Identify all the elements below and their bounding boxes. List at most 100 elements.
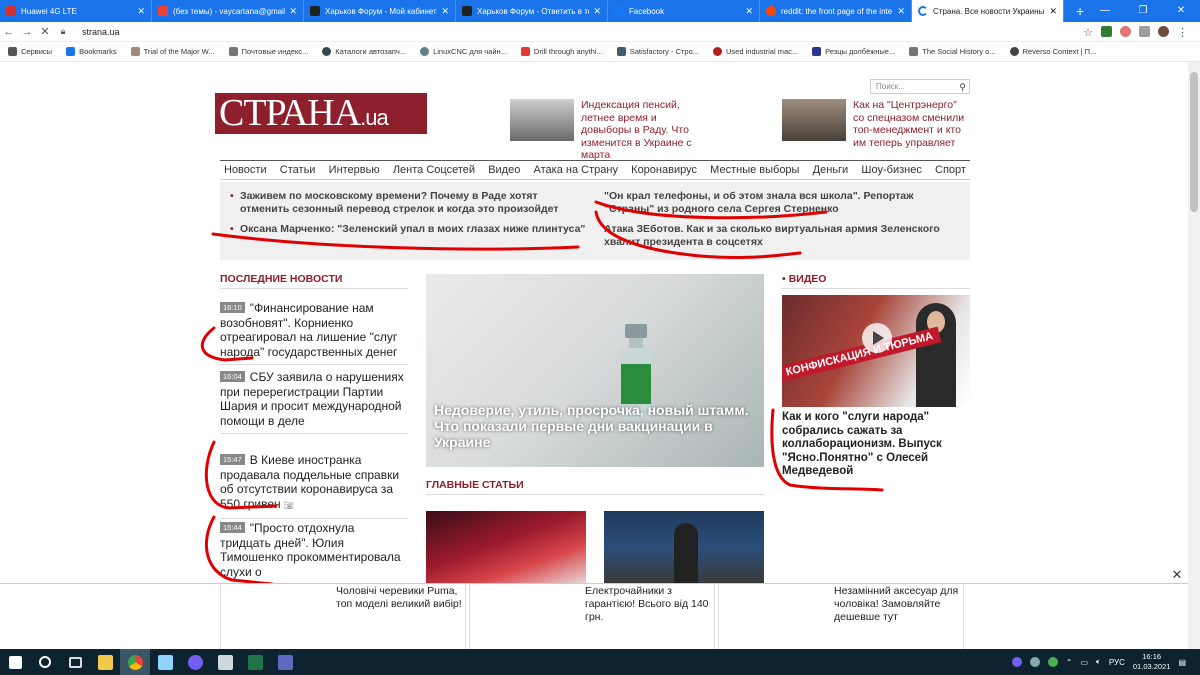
main-article-image[interactable]: Недоверие, утиль, просрочка, новый штамм… [426, 274, 764, 467]
close-tab-icon[interactable]: ✕ [593, 6, 601, 17]
bookmark-item[interactable]: Bookmarks [66, 47, 117, 56]
menu-item[interactable]: Деньги [813, 164, 849, 176]
bookmark-item[interactable]: LinuxCNC для чайн... [420, 47, 507, 56]
play-icon[interactable] [862, 323, 892, 353]
minimize-button[interactable]: — [1086, 0, 1124, 22]
notifications-icon[interactable]: ▤ [1178, 658, 1186, 667]
bookmark-star-icon[interactable]: ☆ [1083, 26, 1093, 39]
maximize-button[interactable]: ❐ [1124, 0, 1162, 22]
menu-item[interactable]: Коронавирус [631, 164, 697, 176]
tab-forum-cabinet[interactable]: Харьков Форум - Мой кабинет ✕ [304, 0, 456, 22]
site-logo[interactable]: СТРАНА.ua [215, 93, 427, 134]
menu-item[interactable]: Интервью [329, 164, 380, 176]
video-thumbnail[interactable]: КОНФИСКАЦИЯ И ТЮРЬМА [782, 295, 970, 407]
video-caption[interactable]: Как и кого "слуги народа" собрались сажа… [782, 411, 962, 479]
article-thumbnail[interactable] [604, 511, 764, 583]
viber-tray-icon[interactable] [1011, 657, 1022, 667]
close-tab-icon[interactable]: ✕ [289, 6, 297, 17]
bookmark-item[interactable]: Drill through anythi... [520, 47, 603, 56]
close-tab-icon[interactable]: ✕ [137, 6, 145, 17]
news-item[interactable]: 16:10 "Финансирование нам возобновят". Ко… [220, 301, 408, 365]
main-articles-title[interactable]: ГЛАВНЫЕ СТАТЬИ [426, 479, 764, 495]
task-view-button[interactable] [60, 649, 90, 675]
start-button[interactable] [0, 649, 30, 675]
menu-item[interactable]: Атака на Страну [534, 164, 618, 176]
bookmark-item[interactable]: Почтовые индекс... [228, 47, 308, 56]
language-indicator[interactable]: РУС [1109, 658, 1125, 667]
bookmark-item[interactable]: Reverso Context | П... [1009, 47, 1096, 56]
promo-item[interactable]: Как на "Центрэнерго" со спецназом сменил… [782, 99, 968, 149]
article-thumbnail[interactable] [426, 511, 586, 583]
volume-icon[interactable]: 🔈︎ [1096, 657, 1101, 667]
headline-link[interactable]: Оксана Марченко: "Зеленский упал в моих … [230, 223, 600, 236]
bookmark-item[interactable]: Satisfactory - Стро... [616, 47, 699, 56]
menu-icon[interactable]: ⋮ [1177, 26, 1188, 39]
menu-item[interactable]: Новости [224, 164, 267, 176]
close-tab-icon[interactable]: ✕ [745, 6, 753, 17]
puzzle-icon[interactable] [1139, 26, 1150, 37]
task-view-icon [68, 656, 82, 668]
menu-item[interactable]: Видео [488, 164, 520, 176]
latest-news-title[interactable]: ПОСЛЕДНИЕ НОВОСТИ [220, 273, 408, 289]
bookmark-item[interactable]: Резцы долбёжные... [812, 47, 895, 56]
tab-gmail[interactable]: (без темы) - vaycartana@gmail.c ✕ [152, 0, 304, 22]
news-item[interactable]: 16:04 СБУ заявила о нарушениях при перере… [220, 370, 408, 434]
bookmark-item[interactable]: The Social History o... [909, 47, 996, 56]
taskbar-viber[interactable] [180, 649, 210, 675]
bookmark-item[interactable]: Trial of the Major W... [130, 47, 215, 56]
scrollbar-thumb[interactable] [1190, 72, 1198, 212]
headline-link[interactable]: Атака ЗЕботов. Как и за сколько виртуаль… [604, 223, 954, 249]
menu-item[interactable]: Шоу-бизнес [861, 164, 921, 176]
promo-item[interactable]: Индексация пенсий, летнее время и довыбо… [510, 99, 696, 162]
close-tab-icon[interactable]: ✕ [1049, 6, 1057, 17]
tab-huawei[interactable]: Huawei 4G LTE ✕ [0, 0, 152, 22]
tab-forum-reply[interactable]: Харьков Форум - Ответить в те ✕ [456, 0, 608, 22]
close-window-button[interactable]: ✕ [1162, 0, 1200, 22]
lock-icon[interactable]: 🔒︎ [54, 26, 72, 37]
close-ad-button[interactable]: ✕ [1169, 567, 1185, 583]
bookmark-item[interactable]: Сервисы [8, 47, 52, 56]
bookmark-item[interactable]: Used industrial mac... [713, 47, 798, 56]
tray-icon[interactable] [1029, 657, 1040, 667]
menu-item[interactable]: Спорт [935, 164, 966, 176]
extension-icon[interactable] [1101, 26, 1112, 37]
close-tab-icon[interactable]: ✕ [441, 6, 449, 17]
taskbar-calculator[interactable] [210, 649, 240, 675]
chevron-up-icon[interactable]: ⌃ [1066, 658, 1073, 667]
search-button[interactable] [30, 649, 60, 675]
headline-link[interactable]: "Он крал телефоны, и об этом знала вся ш… [604, 190, 934, 216]
close-tab-icon[interactable]: ✕ [897, 6, 905, 17]
news-item[interactable]: 15:47 В Киеве иностранка продавала поддел… [220, 453, 408, 519]
headline-link[interactable]: Заживем по московскому времени? Почему в… [230, 190, 580, 216]
taskbar-app[interactable] [270, 649, 300, 675]
taskbar-app[interactable] [150, 649, 180, 675]
ad-item[interactable]: Електрочайники з гарантією! Всього від 1… [469, 584, 715, 650]
ad-item[interactable]: Чоловічі черевики Puma, топ моделі велик… [220, 584, 466, 650]
tab-facebook[interactable]: Facebook ✕ [608, 0, 760, 22]
taskbar-explorer[interactable] [90, 649, 120, 675]
taskbar-chrome[interactable] [120, 649, 150, 675]
search-icon[interactable]: ⚲ [959, 81, 966, 94]
main-article-caption[interactable]: Недоверие, утиль, просрочка, новый штамм… [434, 402, 754, 450]
bookmark-item[interactable]: Каталоги автозапч... [322, 47, 406, 56]
tab-strana[interactable]: Страна. Все новости Украины. Б ✕ [912, 0, 1064, 22]
taskbar-excel[interactable] [240, 649, 270, 675]
menu-item[interactable]: Статьи [280, 164, 316, 176]
menu-item[interactable]: Лента Соцсетей [393, 164, 475, 176]
news-item[interactable]: 15:44 "Просто отдохнула тридцать дней". Ю… [220, 521, 408, 584]
avatar[interactable] [1158, 26, 1169, 37]
url-input[interactable]: strana.ua [82, 27, 1083, 37]
video-section-title[interactable]: • ВИДЕО [782, 273, 970, 289]
tab-reddit[interactable]: reddit: the front page of the inte ✕ [760, 0, 912, 22]
search-input[interactable]: Поиск... ⚲ [870, 79, 970, 94]
forward-button[interactable]: → [18, 26, 36, 38]
clock[interactable]: 16:16 01.03.2021 [1133, 652, 1171, 672]
back-button[interactable]: ← [0, 26, 18, 38]
ad-item[interactable]: Незамінний аксесуар для чоловіка! Замовл… [718, 584, 964, 650]
network-icon[interactable]: ▭ [1080, 658, 1088, 667]
extension-icon[interactable] [1120, 26, 1131, 37]
menu-item[interactable]: Местные выборы [710, 164, 799, 176]
stop-button[interactable]: ✕ [36, 25, 54, 38]
tray-icon[interactable] [1047, 657, 1058, 667]
page-scrollbar[interactable] [1188, 62, 1200, 649]
